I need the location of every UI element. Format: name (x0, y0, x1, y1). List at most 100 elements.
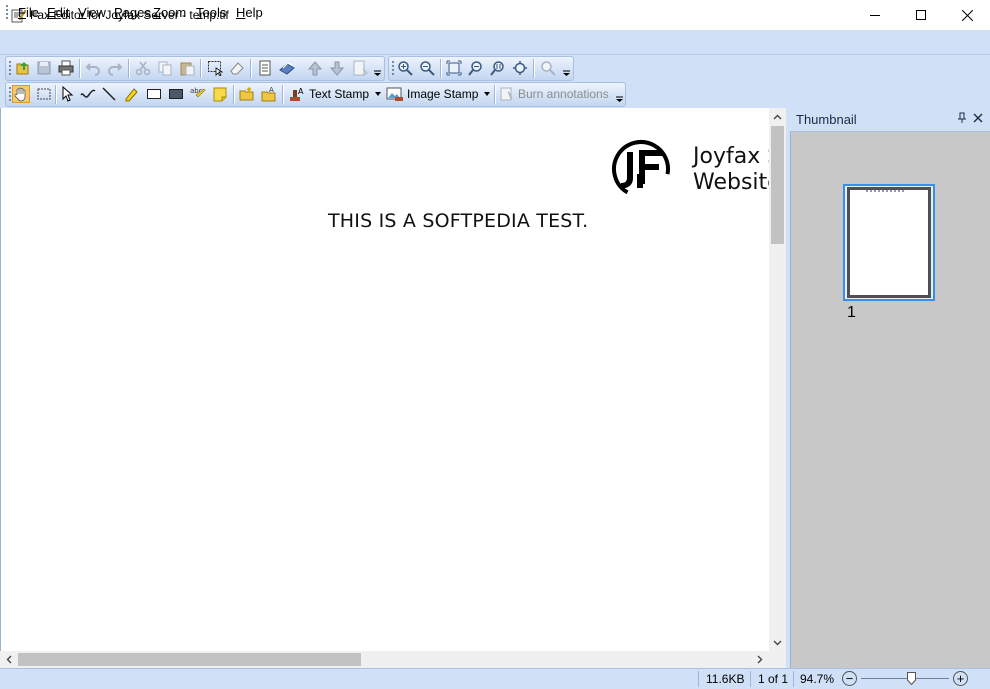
menu-bar (0, 30, 990, 55)
page-up-icon[interactable] (306, 59, 324, 77)
eraser-icon[interactable] (228, 59, 246, 77)
line-icon[interactable] (100, 85, 118, 103)
plus-icon: + (956, 671, 965, 686)
page-indicator: 1 of 1 (758, 672, 789, 686)
image-stamp-label: Image Stamp (407, 87, 479, 101)
zoom-in-icon[interactable] (396, 59, 414, 77)
paste-icon[interactable] (178, 59, 196, 77)
open-folder-icon[interactable] (238, 85, 256, 103)
scan-icon[interactable] (278, 59, 296, 77)
svg-text:A: A (298, 87, 304, 96)
toolbar-separator (250, 59, 251, 78)
toolbar-overflow-button[interactable] (615, 84, 624, 105)
close-button[interactable] (944, 0, 990, 30)
insert-page-icon[interactable] (351, 59, 369, 77)
image-stamp-icon (386, 87, 403, 101)
pin-icon[interactable] (956, 112, 968, 124)
company-name-line: Joyfax S (693, 144, 782, 169)
status-separator (698, 671, 699, 687)
filled-rectangle-icon[interactable] (167, 85, 185, 103)
scroll-down-button[interactable] (771, 637, 784, 649)
zoom-slider-thumb[interactable] (907, 672, 916, 686)
dropdown-arrow-icon (375, 92, 382, 96)
burn-annotations-label: Burn annotations (518, 87, 609, 101)
menu-zoom[interactable]: Zoom (153, 5, 186, 20)
toolbar-separator (55, 85, 56, 104)
rectangle-select-icon[interactable] (35, 85, 53, 103)
maximize-icon (916, 10, 926, 20)
scroll-up-button[interactable] (771, 111, 784, 123)
file-size: 11.6KB (706, 672, 745, 686)
zoom-slider-track[interactable] (861, 678, 949, 679)
toolbar-grip[interactable] (8, 60, 12, 77)
toolbar-overflow-button[interactable] (373, 58, 382, 79)
sticky-note-icon[interactable] (211, 85, 229, 103)
actual-size-icon[interactable] (489, 59, 507, 77)
zoom-tool-icon[interactable] (539, 59, 557, 77)
image-stamp-button[interactable]: Image Stamp (386, 84, 492, 104)
toolbar-separator (79, 59, 80, 78)
minus-icon: − (845, 671, 854, 686)
menu-edit[interactable]: Edit (47, 5, 69, 20)
page-down-icon[interactable] (328, 59, 346, 77)
zoom-level: 94.7% (800, 672, 835, 686)
redo-icon[interactable] (106, 59, 124, 77)
horizontal-scroll-thumb[interactable] (18, 653, 361, 666)
company-logo (607, 138, 677, 200)
burn-annotations-button[interactable]: Burn annotations (499, 84, 613, 104)
dropdown-arrow-icon (484, 92, 491, 96)
text-stamp-button[interactable]: A Text Stamp (288, 84, 382, 104)
freehand-icon[interactable] (79, 85, 97, 103)
text-folder-icon[interactable]: A (260, 85, 278, 103)
menu-view[interactable]: View (78, 5, 106, 20)
fit-height-icon[interactable] (511, 59, 529, 77)
menu-tools[interactable]: Tools (196, 5, 226, 20)
toolbar-separator (200, 59, 201, 78)
close-icon[interactable] (972, 112, 984, 124)
scroll-left-button[interactable] (3, 653, 15, 666)
highlighter-icon[interactable] (122, 85, 140, 103)
scrollbar-corner (769, 651, 786, 668)
menu-help[interactable]: Help (236, 5, 263, 20)
menu-file[interactable]: File (18, 5, 39, 20)
toolbar-separator (440, 59, 441, 78)
chevron-left-icon (6, 655, 12, 664)
maximize-button[interactable] (898, 0, 944, 30)
minimize-button[interactable] (852, 0, 898, 30)
select-all-icon[interactable] (206, 59, 224, 77)
zoom-out-icon[interactable] (418, 59, 436, 77)
toolbar-separator (128, 59, 129, 78)
toolbar-separator (533, 59, 534, 78)
fit-width-icon[interactable] (467, 59, 485, 77)
open-icon[interactable] (14, 59, 32, 77)
save-icon[interactable] (35, 59, 53, 77)
page-thumbnail-image (847, 187, 931, 298)
zoom-out-button[interactable]: − (842, 671, 857, 686)
close-icon (961, 9, 973, 21)
page-properties-icon[interactable] (256, 59, 274, 77)
toolbar-separator (494, 85, 495, 104)
menu-pages[interactable]: Pages (114, 5, 151, 20)
menu-grip-handle[interactable] (5, 4, 9, 21)
text-stamp-icon: A (290, 87, 304, 101)
zoom-in-button[interactable]: + (953, 671, 968, 686)
copy-icon[interactable] (156, 59, 174, 77)
text-annotation-icon[interactable]: abc (189, 85, 207, 103)
fit-page-icon[interactable] (445, 59, 463, 77)
undo-icon[interactable] (84, 59, 102, 77)
toolbar-separator (282, 85, 283, 104)
minimize-icon (870, 15, 880, 16)
vertical-scroll-thumb[interactable] (771, 126, 784, 244)
page-thumbnail-header-line (866, 190, 904, 192)
document-body-text: THIS IS A SOFTPEDIA TEST. (328, 210, 589, 232)
pointer-icon[interactable] (58, 85, 76, 103)
chevron-right-icon (757, 655, 763, 664)
toolbar-overflow-button[interactable] (562, 58, 571, 79)
rectangle-icon[interactable] (145, 85, 163, 103)
burn-annotations-icon (500, 87, 513, 101)
scroll-right-button[interactable] (754, 653, 766, 666)
hand-tool-icon[interactable] (12, 85, 30, 103)
cut-icon[interactable] (134, 59, 152, 77)
toolbar-grip[interactable] (391, 60, 395, 77)
print-icon[interactable] (57, 59, 75, 77)
